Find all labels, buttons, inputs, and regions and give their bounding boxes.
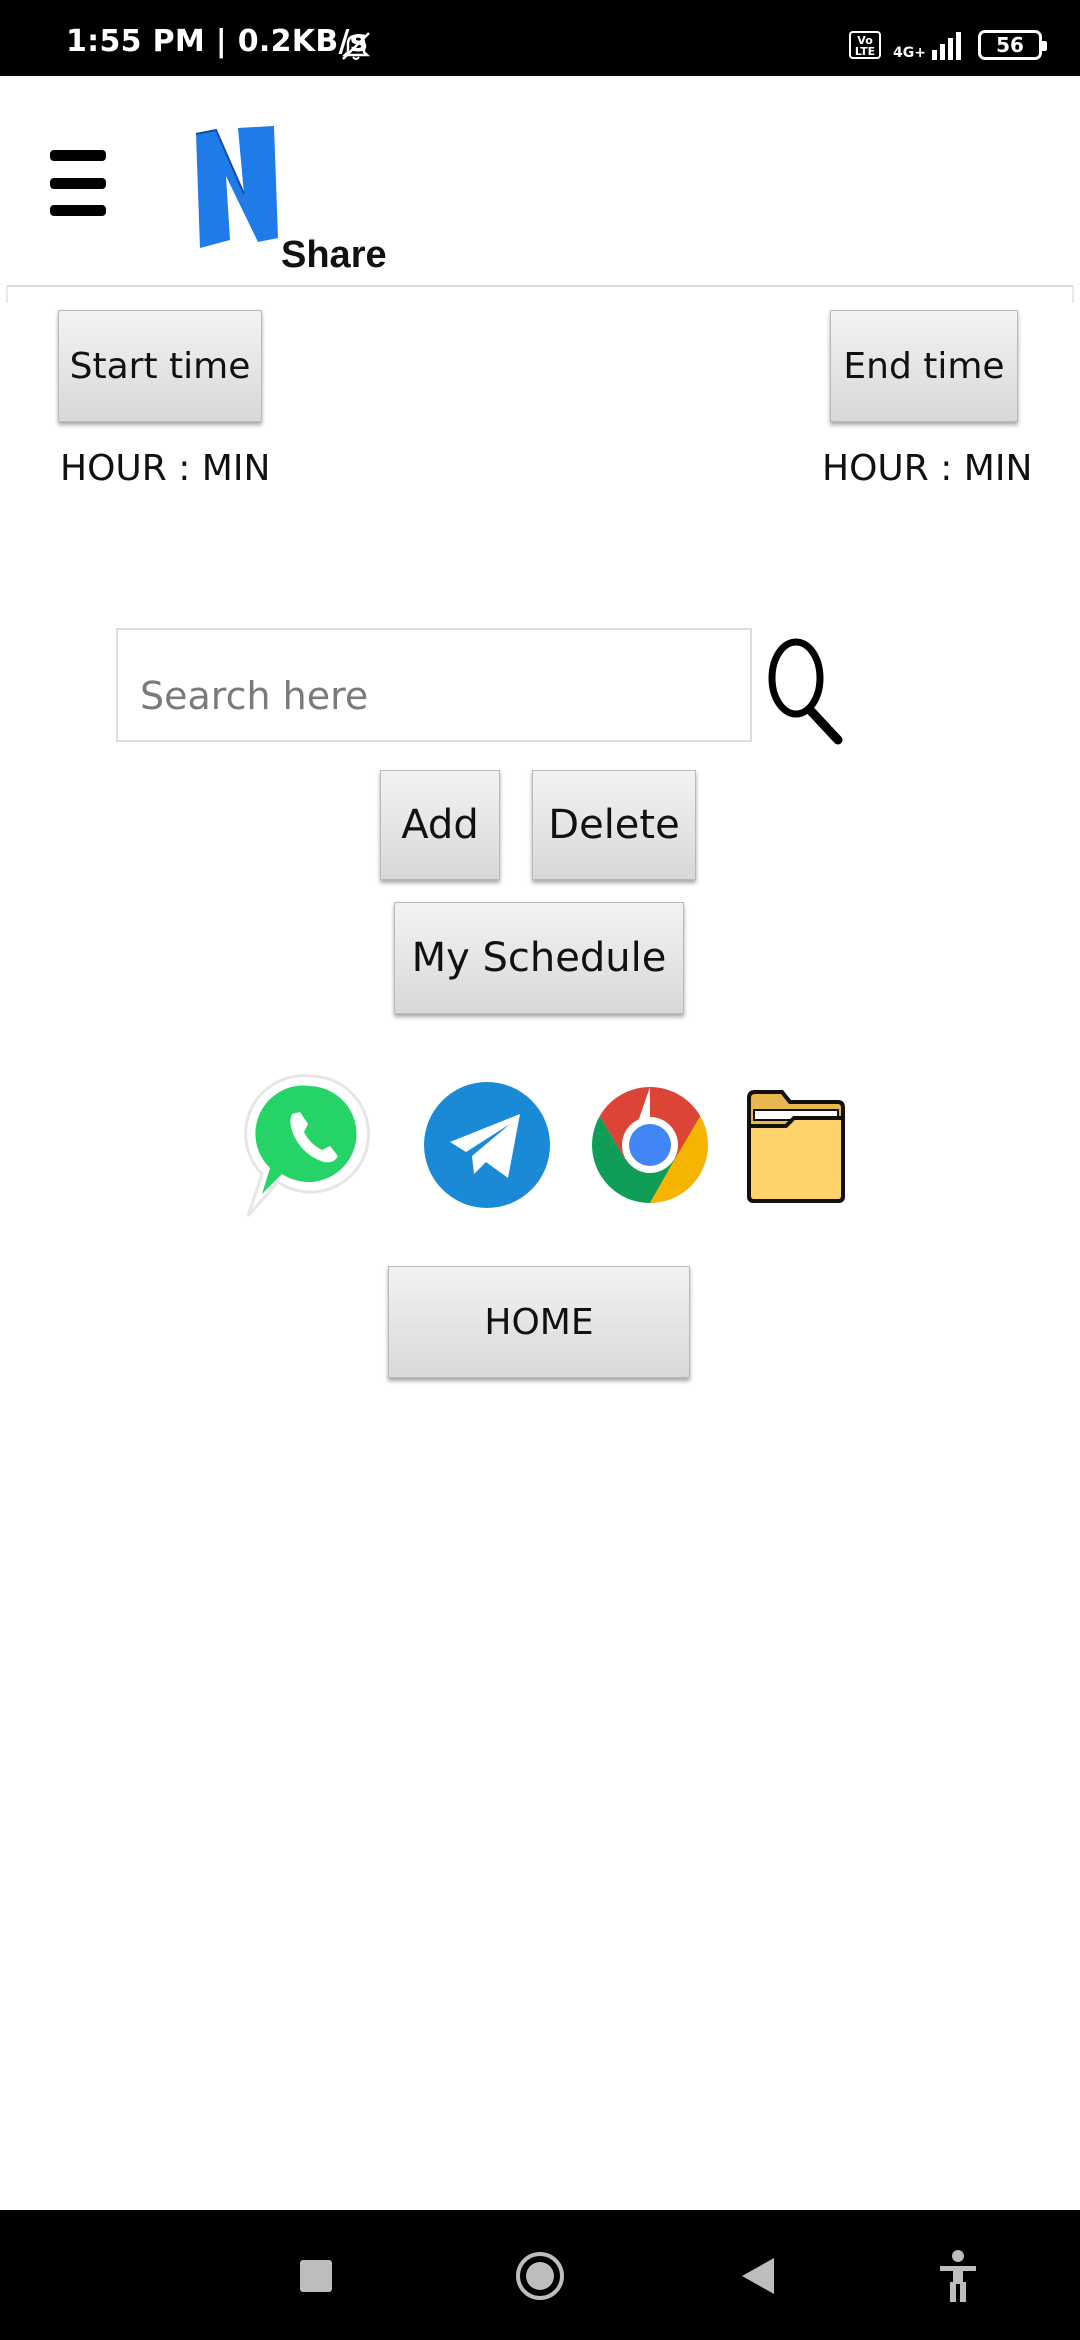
delete-button[interactable]: Delete	[532, 770, 696, 880]
hamburger-menu-icon[interactable]	[50, 150, 106, 216]
signal-icon	[932, 32, 961, 60]
battery-indicator: 56	[978, 30, 1047, 60]
network-type: 4G+	[893, 45, 926, 61]
recent-apps-button[interactable]	[300, 2260, 332, 2292]
search-icon[interactable]	[766, 634, 846, 746]
home-nav-icon[interactable]	[514, 2250, 566, 2302]
status-bar: 1:55 PM | 0.2KB/s Vo LTE 4G+ 56	[0, 0, 1080, 76]
mute-notification-icon	[341, 32, 371, 60]
my-schedule-button[interactable]: My Schedule	[394, 902, 684, 1014]
signal-strength: 4G+	[893, 30, 966, 60]
start-time-value: HOUR : MIN	[60, 448, 271, 489]
whatsapp-icon[interactable]	[244, 1070, 376, 1220]
folder-icon[interactable]	[746, 1088, 846, 1204]
app-logo: Share	[186, 126, 416, 276]
search-input[interactable]	[116, 628, 752, 742]
accessibility-icon[interactable]	[938, 2250, 978, 2302]
status-time: 1:55 PM | 0.2KB/s	[66, 24, 368, 59]
logo-wordmark: Share	[281, 234, 387, 276]
header-divider	[6, 285, 1074, 303]
logo-n-mark	[195, 126, 278, 248]
status-indicators: Vo LTE 4G+ 56	[849, 28, 1047, 62]
start-time-button[interactable]: Start time	[58, 310, 262, 422]
system-nav-bar	[0, 2210, 1080, 2340]
end-time-button[interactable]: End time	[830, 310, 1018, 422]
app-header: Share	[0, 76, 1080, 303]
end-time-value: HOUR : MIN	[822, 448, 1033, 489]
volte-badge: Vo LTE	[849, 31, 882, 59]
home-button[interactable]: HOME	[388, 1266, 690, 1378]
chrome-icon[interactable]	[590, 1082, 710, 1208]
back-nav-icon[interactable]	[740, 2256, 776, 2296]
add-button[interactable]: Add	[380, 770, 500, 880]
telegram-icon[interactable]	[422, 1080, 552, 1210]
